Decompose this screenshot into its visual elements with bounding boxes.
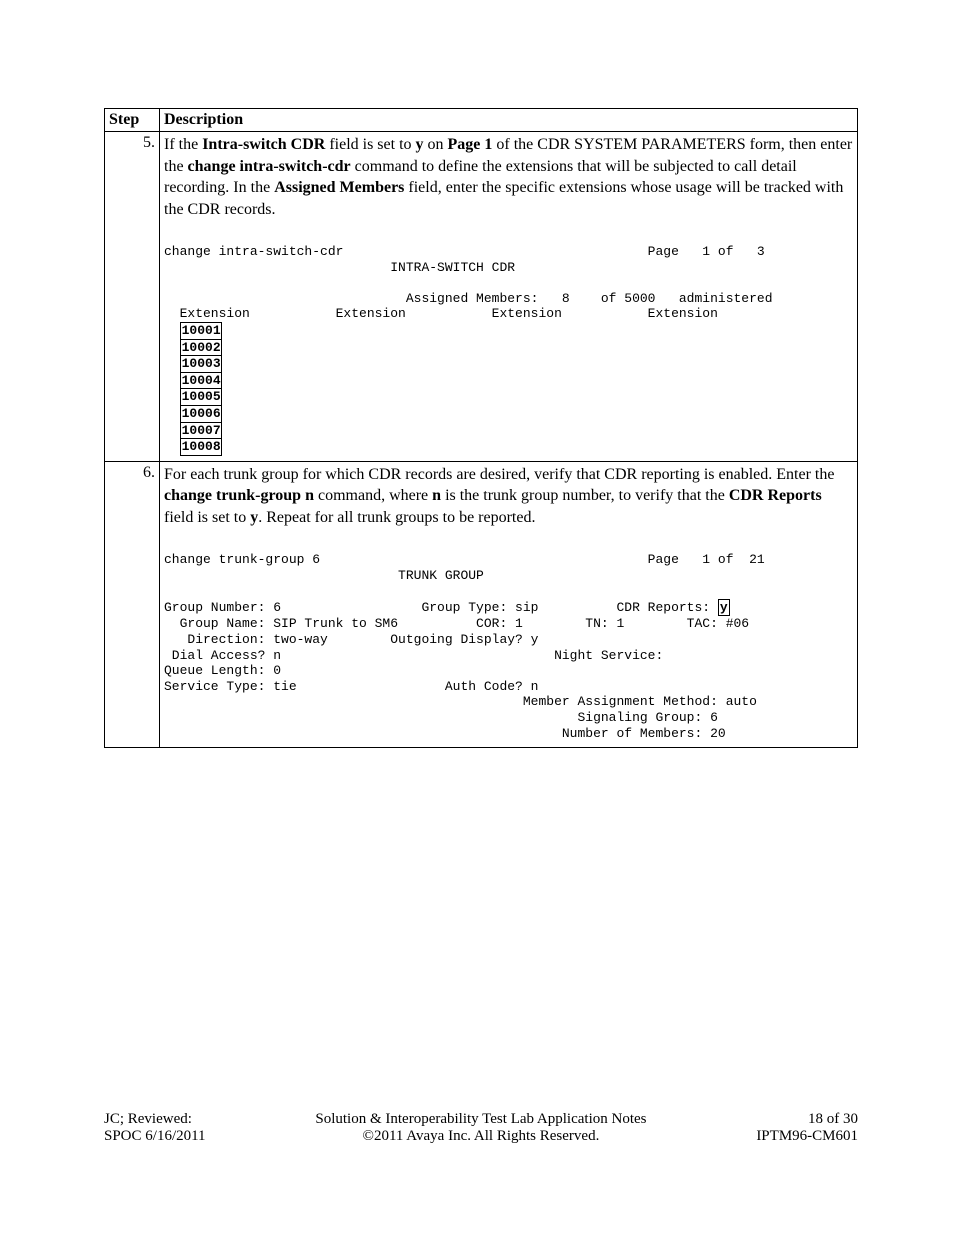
step-description-cell: For each trunk group for which CDR recor… — [160, 461, 858, 748]
step-description-cell: If the Intra-switch CDR field is set to … — [160, 132, 858, 462]
extension-value: 10006 — [180, 405, 222, 423]
bold-text: CDR Reports — [729, 487, 822, 504]
text: command, where — [314, 487, 432, 504]
footer-center: Solution & Interoperability Test Lab App… — [315, 1111, 646, 1145]
extension-value: 10003 — [180, 355, 222, 373]
extension-value: 10005 — [180, 388, 222, 406]
extension-value: 10002 — [180, 339, 222, 357]
step-number: 6. — [105, 461, 160, 748]
terminal-line: Assigned Members: 8 of 5000 administered — [164, 291, 773, 306]
terminal-line: Signaling Group: 6 — [164, 710, 718, 725]
footer-copyright: ©2011 Avaya Inc. All Rights Reserved. — [315, 1128, 646, 1145]
bold-text: Intra-switch CDR — [202, 136, 325, 153]
footer-reviewed: JC; Reviewed: — [104, 1111, 206, 1128]
bold-text: change intra-switch-cdr — [188, 158, 351, 175]
bold-text: n — [432, 487, 441, 504]
extension-value: 10001 — [180, 322, 222, 340]
table-row: 5. If the Intra-switch CDR field is set … — [105, 132, 858, 462]
text: If the — [164, 136, 202, 153]
text: field is set to — [164, 509, 250, 526]
table-header-row: Step Description — [105, 109, 858, 132]
extension-value: 10008 — [180, 438, 222, 456]
bold-text: Page 1 — [448, 136, 493, 153]
page-footer: JC; Reviewed: SPOC 6/16/2011 Solution & … — [104, 1111, 858, 1145]
footer-spoc-date: SPOC 6/16/2011 — [104, 1128, 206, 1145]
text: on — [424, 136, 448, 153]
table-row: 6. For each trunk group for which CDR re… — [105, 461, 858, 748]
terminal-output-5: change intra-switch-cdr Page 1 of 3 INTR… — [164, 228, 853, 454]
terminal-line: change intra-switch-cdr Page 1 of 3 — [164, 244, 765, 259]
footer-left: JC; Reviewed: SPOC 6/16/2011 — [104, 1111, 206, 1145]
description-header: Description — [160, 109, 858, 132]
terminal-line: Member Assignment Method: auto — [164, 694, 757, 709]
steps-table: Step Description 5. If the Intra-switch … — [104, 108, 858, 748]
footer-title: Solution & Interoperability Test Lab App… — [315, 1111, 646, 1128]
terminal-line: change trunk-group 6 Page 1 of 21 — [164, 552, 765, 567]
bold-text: y — [416, 136, 424, 153]
terminal-line: Dial Access? n Night Service: — [164, 648, 663, 663]
step-header: Step — [105, 109, 160, 132]
text: . Repeat for all trunk groups to be repo… — [258, 509, 535, 526]
footer-right: 18 of 30 IPTM96-CM601 — [756, 1111, 858, 1145]
terminal-line: Service Type: tie Auth Code? n — [164, 679, 538, 694]
footer-page-number: 18 of 30 — [756, 1111, 858, 1128]
terminal-line: Direction: two-way Outgoing Display? y — [164, 632, 538, 647]
terminal-line: TRUNK GROUP — [164, 568, 484, 583]
terminal-line: INTRA-SWITCH CDR — [164, 260, 515, 275]
terminal-line: Group Name: SIP Trunk to SM6 COR: 1 TN: … — [164, 616, 749, 631]
text: field is set to — [325, 136, 415, 153]
text: is the trunk group number, to verify tha… — [441, 487, 729, 504]
extension-value: 10007 — [180, 422, 222, 440]
cdr-reports-value: y — [718, 599, 730, 617]
step-number: 5. — [105, 132, 160, 462]
footer-doc-id: IPTM96-CM601 — [756, 1128, 858, 1145]
terminal-line: Extension Extension Extension Extension — [164, 306, 718, 321]
terminal-output-6: change trunk-group 6 Page 1 of 21 TRUNK … — [164, 536, 853, 741]
step-6-description: For each trunk group for which CDR recor… — [164, 464, 853, 529]
bold-text: Assigned Members — [274, 179, 404, 196]
terminal-line: Number of Members: 20 — [164, 726, 726, 741]
terminal-line: Group Number: 6 Group Type: sip CDR Repo… — [164, 600, 718, 615]
extension-list: 1000110002100031000410005100061000710008 — [180, 322, 222, 455]
step-5-description: If the Intra-switch CDR field is set to … — [164, 134, 853, 220]
bold-text: change trunk-group n — [164, 487, 314, 504]
text: For each trunk group for which CDR recor… — [164, 466, 834, 483]
terminal-line: Queue Length: 0 — [164, 663, 281, 678]
extension-value: 10004 — [180, 372, 222, 390]
page: Step Description 5. If the Intra-switch … — [0, 0, 954, 1235]
